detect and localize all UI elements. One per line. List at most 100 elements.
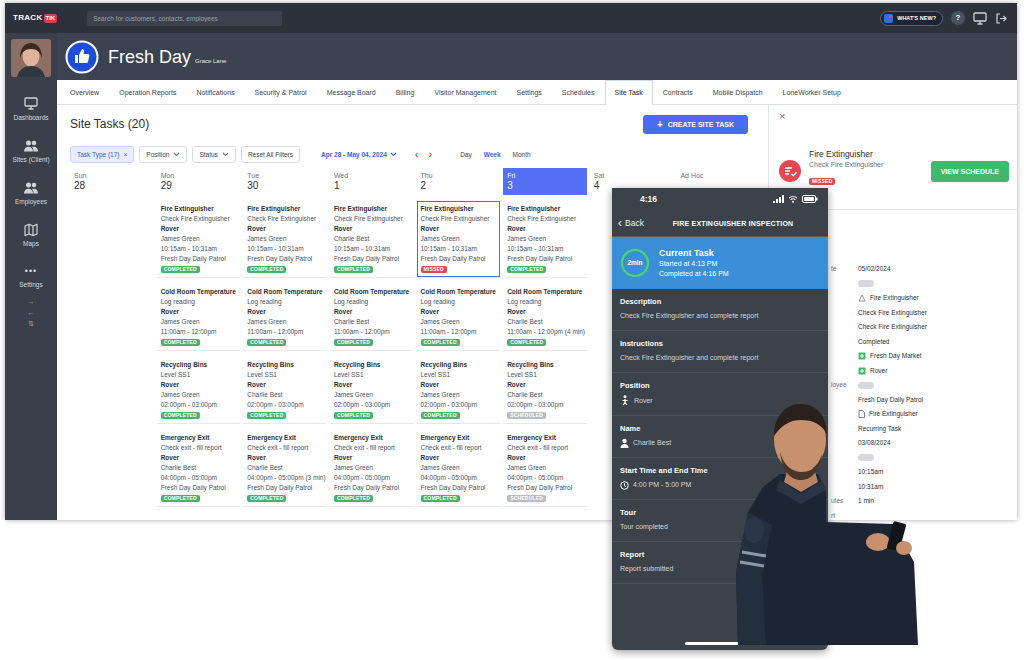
- task-card[interactable]: Recycling BinsLevel SS1RoverCharlie Best…: [243, 357, 327, 424]
- logo[interactable]: TRACKTIK: [13, 13, 57, 23]
- day-header[interactable]: Thu2: [417, 168, 501, 195]
- task-card[interactable]: Cold Room TemperatureLog readingRoverCha…: [503, 284, 587, 351]
- detail-label-empty: [831, 451, 858, 466]
- tab[interactable]: Operation Reports: [109, 80, 186, 104]
- task-card[interactable]: Fire ExtinguisherCheck Fire Extinguisher…: [243, 201, 327, 278]
- task-card[interactable]: Cold Room TemperatureLog readingRoverJam…: [417, 284, 501, 351]
- status-badge: COMPLETED: [421, 495, 460, 502]
- view-option[interactable]: Month: [513, 150, 531, 159]
- monitor-icon[interactable]: [973, 12, 987, 25]
- day-header[interactable]: Fri3: [503, 168, 587, 195]
- create-site-task-button[interactable]: +CREATE SITE TASK: [643, 115, 748, 134]
- task-card[interactable]: Fire ExtinguisherCheck Fire Extinguisher…: [157, 201, 241, 278]
- sidebar-arrows: →←⇅: [28, 297, 35, 329]
- task-card[interactable]: Emergency ExitCheck exit - fill reportRo…: [157, 430, 241, 507]
- filter-dropdown[interactable]: Position: [139, 146, 187, 163]
- tab[interactable]: Security & Patrol: [245, 80, 317, 104]
- thumbs-up-icon: [65, 40, 99, 74]
- task-route: Fresh Day Daily Patrol: [334, 254, 412, 264]
- task-card[interactable]: Fire ExtinguisherCheck Fire Extinguisher…: [330, 201, 414, 278]
- walking-person-icon: [620, 395, 630, 406]
- detail-value: 03/08/2024: [858, 436, 1017, 451]
- task-position: Rover: [247, 380, 325, 390]
- day-header[interactable]: Wed1: [330, 168, 414, 195]
- tab[interactable]: Schedules: [552, 80, 605, 104]
- help-button[interactable]: ?: [951, 11, 965, 25]
- task-card[interactable]: Fire ExtinguisherCheck Fire Extinguisher…: [417, 201, 501, 278]
- tab[interactable]: Message Board: [317, 80, 386, 104]
- day-header[interactable]: Tue30: [243, 168, 327, 195]
- view-schedule-button[interactable]: VIEW SCHEDULE: [931, 161, 1009, 182]
- sidebar: Dashboards Sites (Client) Employees Maps •••…: [5, 33, 57, 520]
- remove-icon[interactable]: ×: [124, 150, 128, 159]
- task-time: 10:15am - 10:31am: [247, 244, 325, 254]
- clock-icon: [620, 481, 629, 490]
- search-field[interactable]: [87, 11, 282, 26]
- prev-button[interactable]: ‹: [410, 148, 424, 160]
- avatar-photo[interactable]: [11, 39, 51, 77]
- task-card[interactable]: Recycling BinsLevel SS1RoverJames Green0…: [157, 357, 241, 424]
- task-status-line: COMPLETED: [247, 493, 325, 503]
- task-card[interactable]: Emergency ExitCheck exit - fill reportRo…: [243, 430, 327, 507]
- adhoc-label: Ad Hoc: [680, 171, 756, 180]
- task-title: Cold Room Temperature: [247, 287, 325, 297]
- detail-value: 10:31am: [858, 480, 1017, 495]
- task-card[interactable]: Recycling BinsLevel SS1RoverJames Green0…: [417, 357, 501, 424]
- task-status-line: COMPLETED: [334, 410, 412, 420]
- sidebar-item[interactable]: Sites (Client): [6, 137, 56, 169]
- task-status-line: SCHEDULED: [507, 493, 585, 503]
- arrow-icon[interactable]: ←: [28, 308, 35, 318]
- chevron-down-icon: [173, 152, 180, 157]
- whats-new-button[interactable]: WHAT'S NEW?: [880, 11, 943, 26]
- tab[interactable]: Settings: [507, 80, 552, 104]
- filter-dropdown[interactable]: Status: [192, 146, 235, 163]
- arrow-icon[interactable]: →: [28, 297, 35, 307]
- tab[interactable]: Visitor Management: [424, 80, 506, 104]
- filter-chip[interactable]: Task Type (17)×: [70, 146, 134, 163]
- sidebar-item[interactable]: Maps: [6, 221, 56, 253]
- back-button[interactable]: ‹Back: [618, 218, 658, 228]
- detail-label-empty: [831, 465, 858, 480]
- tab[interactable]: Billing: [386, 80, 425, 104]
- sidebar-item[interactable]: Dashboards: [6, 95, 56, 127]
- task-card[interactable]: Fire ExtinguisherCheck Fire Extinguisher…: [503, 201, 587, 278]
- phone-title: FIRE EXTINGUISHER INSPECTION: [658, 219, 822, 228]
- sidebar-item[interactable]: ••• Settings: [6, 263, 56, 295]
- day-header[interactable]: Sun28: [70, 168, 154, 195]
- date-range[interactable]: Apr 28 - May 04, 2024: [321, 150, 397, 159]
- logout-icon[interactable]: [995, 13, 1007, 24]
- close-button[interactable]: ×: [769, 105, 1017, 123]
- view-option[interactable]: Day: [460, 150, 472, 159]
- grey-pill: [858, 280, 874, 287]
- task-subtitle: Check exit - fill report: [334, 443, 412, 453]
- day-header[interactable]: Mon29: [157, 168, 241, 195]
- sidebar-item[interactable]: Employees: [6, 179, 56, 211]
- tab[interactable]: Mobile Dispatch: [703, 80, 773, 104]
- arrow-icon[interactable]: ⇅: [28, 319, 34, 329]
- task-status-line: COMPLETED: [247, 410, 325, 420]
- more-icon: •••: [25, 265, 37, 277]
- task-card[interactable]: Recycling BinsLevel SS1RoverJames Green0…: [330, 357, 414, 424]
- task-route: Fresh Day Daily Patrol: [247, 254, 325, 264]
- status-badge: MISSED: [421, 266, 447, 273]
- sidebar-label: Settings: [19, 281, 43, 289]
- status-badge: COMPLETED: [507, 266, 546, 273]
- tab[interactable]: LoneWorker Setup: [773, 80, 851, 104]
- task-card[interactable]: Emergency ExitCheck exit - fill reportRo…: [503, 430, 587, 507]
- task-status-line: COMPLETED: [161, 410, 239, 420]
- task-employee: Charlie Best: [334, 317, 412, 327]
- task-status-line: COMPLETED: [161, 493, 239, 503]
- tab[interactable]: Contracts: [653, 80, 703, 104]
- task-card[interactable]: Emergency ExitCheck exit - fill reportRo…: [330, 430, 414, 507]
- task-card[interactable]: Emergency ExitCheck exit - fill reportRo…: [417, 430, 501, 507]
- task-card[interactable]: Recycling BinsLevel SS1RoverCharlie Best…: [503, 357, 587, 424]
- tab[interactable]: Overview: [60, 80, 109, 104]
- view-option[interactable]: Week: [484, 150, 501, 159]
- filter-button[interactable]: Reset All Filters: [241, 146, 300, 163]
- tab[interactable]: Notifications: [186, 80, 244, 104]
- next-button[interactable]: ›: [423, 148, 437, 160]
- tab[interactable]: Site Task: [605, 80, 653, 105]
- task-card[interactable]: Cold Room TemperatureLog readingRoverJam…: [157, 284, 241, 351]
- task-card[interactable]: Cold Room TemperatureLog readingRoverJam…: [243, 284, 327, 351]
- task-card[interactable]: Cold Room TemperatureLog readingRoverCha…: [330, 284, 414, 351]
